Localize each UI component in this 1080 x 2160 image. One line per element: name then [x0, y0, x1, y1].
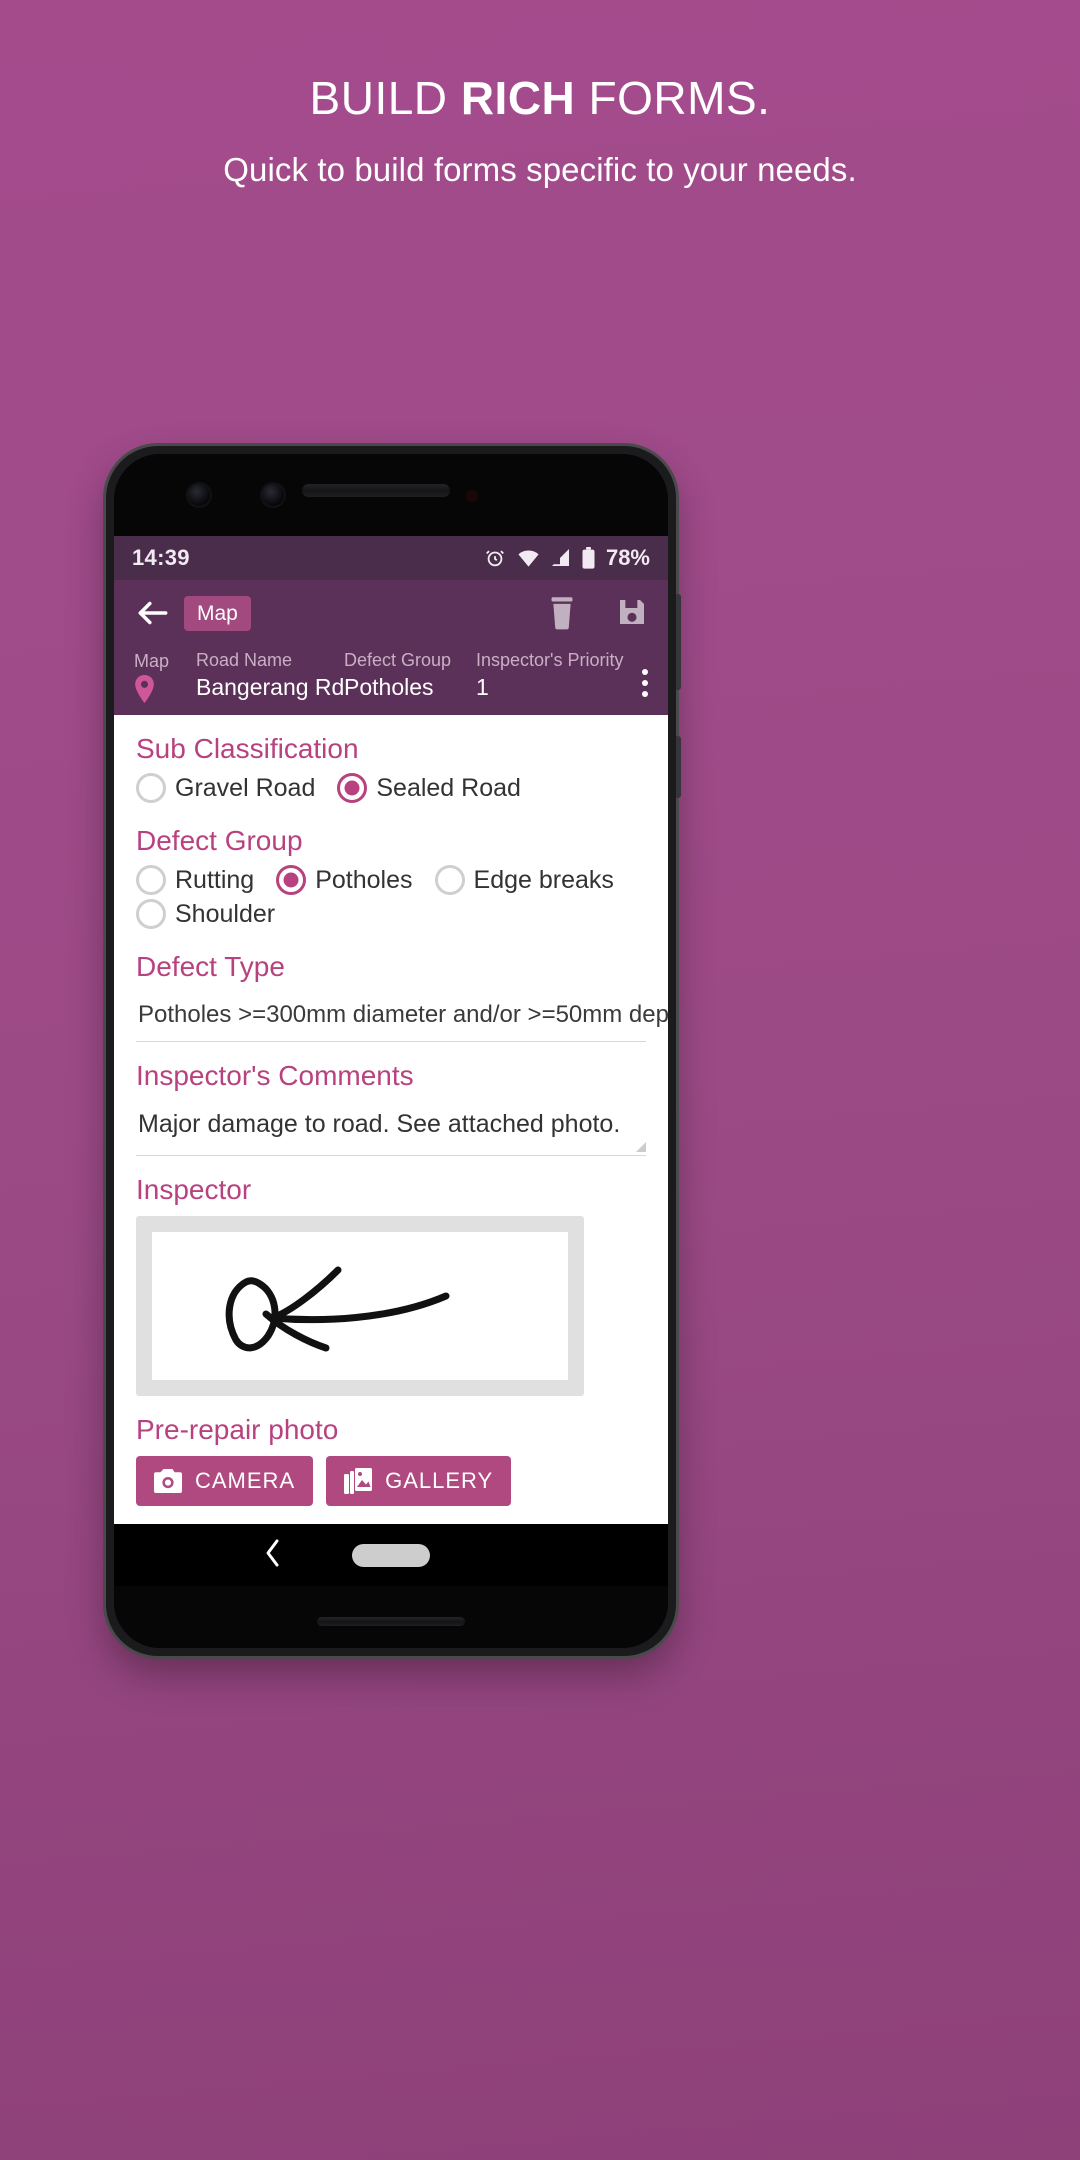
android-nav-bar	[114, 1524, 668, 1586]
kebab-menu-icon[interactable]	[642, 669, 648, 703]
promo-header: BUILD RICH FORMS. Quick to build forms s…	[0, 0, 1080, 189]
app-screen: 14:39 78% Map Map Road Name Bangerang Rd…	[114, 536, 668, 1586]
info-row: Map Road Name Bangerang Rd Defect Group …	[114, 646, 668, 716]
defect-type-dropdown[interactable]: Potholes >=300mm diameter and/or >=50mm …	[136, 991, 668, 1043]
section-title-sub-classification: Sub Classification	[136, 733, 359, 765]
home-pill-indicator[interactable]	[352, 1543, 430, 1567]
phone-power-button	[676, 594, 681, 690]
radio-group-sub-classification: Gravel Road Sealed Road	[136, 773, 646, 807]
phone-screen-frame: 14:39 78% Map Map Road Name Bangerang Rd…	[114, 454, 668, 1648]
radio-label-edge-breaks: Edge breaks	[473, 865, 614, 894]
radio-circle-icon[interactable]	[434, 865, 465, 896]
info-value-defect-group: Potholes	[344, 674, 434, 701]
radio-label-potholes: Potholes	[315, 865, 413, 894]
signal-icon	[551, 548, 571, 568]
map-pin-icon[interactable]	[134, 675, 155, 704]
radio-circle-selected-icon[interactable]	[337, 773, 368, 804]
inspectors-comments-value: Major damage to road. See attached photo…	[138, 1110, 621, 1139]
signature-canvas[interactable]	[152, 1232, 568, 1381]
radio-label-sealed-road: Sealed Road	[376, 773, 521, 802]
app-bar: Map	[114, 580, 668, 646]
radio-circle-icon[interactable]	[136, 899, 166, 930]
info-value-priority: 1	[476, 674, 489, 701]
section-title-inspector: Inspector	[136, 1174, 252, 1206]
resize-handle-icon[interactable]	[636, 1142, 646, 1153]
inspectors-comments-field[interactable]: Major damage to road. See attached photo…	[136, 1100, 646, 1157]
camera-button-label: CAMERA	[195, 1468, 296, 1494]
radio-label-rutting: Rutting	[175, 865, 255, 894]
promo-title: BUILD RICH FORMS.	[0, 72, 1080, 125]
info-label-defect-group: Defect Group	[344, 650, 452, 670]
info-col-priority: Inspector's Priority 1	[476, 648, 626, 703]
proximity-sensor-icon	[466, 490, 478, 502]
phone-bottom-bezel	[114, 1586, 668, 1648]
info-value-road-name: Bangerang Rd	[196, 674, 345, 701]
signature-pad-container[interactable]	[136, 1216, 584, 1397]
phone-mockup: 14:39 78% Map Map Road Name Bangerang Rd…	[106, 446, 681, 1656]
form-body: Sub Classification Gravel Road Sealed Ro…	[114, 715, 668, 1586]
radio-option-edge-breaks[interactable]: Edge breaks	[434, 865, 614, 896]
back-arrow-icon[interactable]	[134, 594, 172, 632]
promo-subtitle: Quick to build forms specific to your ne…	[223, 150, 857, 188]
info-col-map: Map	[134, 649, 196, 704]
app-bar-actions	[546, 596, 648, 630]
phone-top-bezel	[114, 454, 668, 536]
promo-title-part1: BUILD	[309, 72, 461, 124]
radio-option-sealed-road[interactable]: Sealed Road	[337, 773, 521, 804]
info-col-defect-group: Defect Group Potholes	[344, 648, 476, 703]
section-title-defect-group: Defect Group	[136, 825, 303, 857]
wifi-icon	[517, 548, 540, 568]
radio-circle-icon[interactable]	[136, 773, 166, 804]
radio-option-shoulder[interactable]: Shoulder	[136, 899, 276, 930]
bottom-speaker-grille	[317, 1617, 465, 1626]
alarm-icon	[484, 547, 506, 569]
defect-type-value: Potholes >=300mm diameter and/or >=50mm …	[138, 1001, 668, 1029]
radio-label-gravel-road: Gravel Road	[175, 773, 316, 802]
camera-button[interactable]: CAMERA	[136, 1456, 314, 1507]
phone-volume-button	[676, 736, 681, 798]
photo-button-group: CAMERA GALLERY	[136, 1456, 646, 1507]
promo-title-bold: RICH	[460, 72, 576, 124]
trash-icon[interactable]	[546, 596, 578, 630]
section-title-pre-repair-photo: Pre-repair photo	[136, 1414, 339, 1446]
radio-label-shoulder: Shoulder	[175, 899, 276, 928]
save-icon[interactable]	[616, 596, 648, 630]
status-clock: 14:39	[132, 545, 190, 570]
front-camera-secondary-icon	[262, 484, 284, 506]
nav-back-chevron-icon[interactable]	[262, 1536, 284, 1575]
radio-option-rutting[interactable]: Rutting	[136, 865, 255, 896]
battery-icon	[582, 547, 595, 569]
map-chip[interactable]: Map	[184, 595, 251, 631]
promo-title-part2: FORMS.	[575, 72, 771, 124]
earpiece-speaker	[302, 484, 450, 497]
info-label-priority: Inspector's Priority	[476, 650, 624, 670]
radio-circle-selected-icon[interactable]	[276, 865, 307, 896]
battery-percent: 78%	[605, 545, 650, 570]
section-title-defect-type: Defect Type	[136, 951, 285, 983]
radio-option-potholes[interactable]: Potholes	[276, 865, 413, 896]
section-title-inspectors-comments: Inspector's Comments	[136, 1060, 414, 1092]
radio-circle-icon[interactable]	[136, 865, 166, 896]
signature-stroke-icon	[225, 1266, 450, 1352]
info-col-road-name: Road Name Bangerang Rd	[196, 648, 344, 703]
info-label-road-name: Road Name	[196, 650, 293, 670]
radio-group-defect-group: Rutting Potholes Edge breaks Shoulder	[136, 865, 646, 933]
gallery-button-label: GALLERY	[385, 1468, 494, 1494]
info-label-map: Map	[134, 651, 170, 672]
camera-icon	[154, 1469, 182, 1494]
status-icons: 78%	[484, 545, 650, 571]
gallery-icon	[344, 1468, 373, 1495]
gallery-button[interactable]: GALLERY	[326, 1456, 512, 1507]
front-camera-icon	[188, 484, 210, 506]
radio-option-gravel-road[interactable]: Gravel Road	[136, 773, 316, 804]
status-bar: 14:39 78%	[114, 536, 668, 580]
